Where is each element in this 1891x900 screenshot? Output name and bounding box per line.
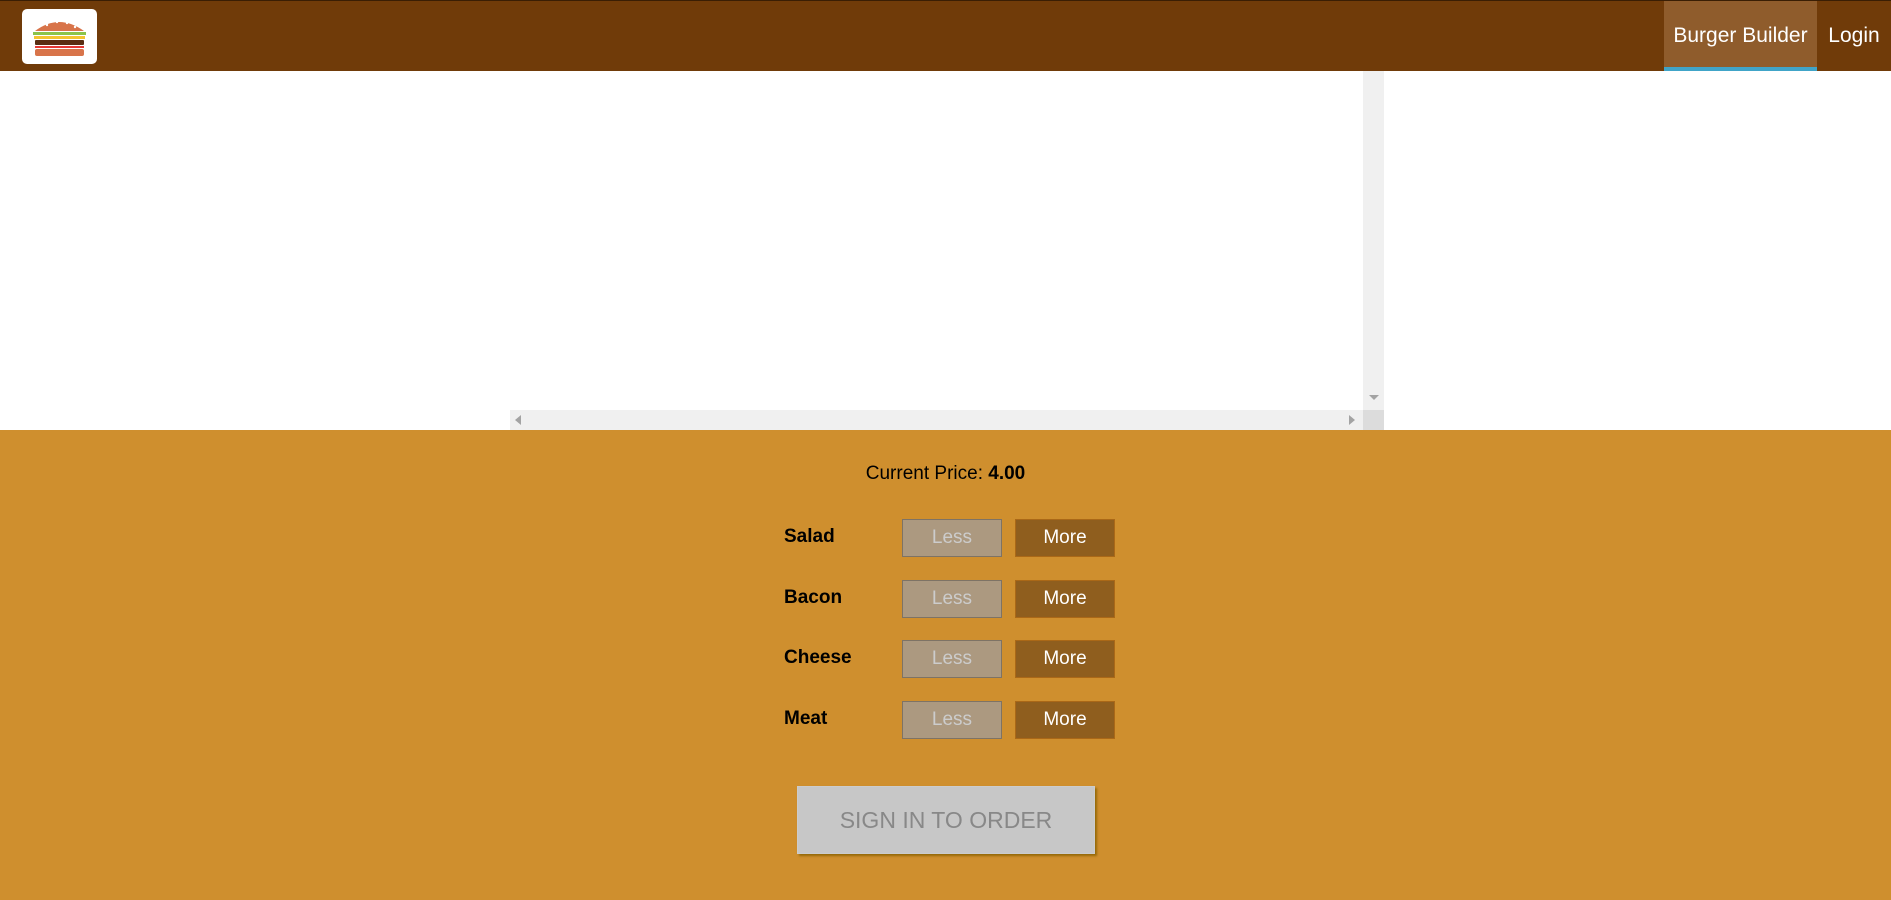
burger-preview-area: [0, 71, 1891, 430]
logo[interactable]: [22, 9, 97, 64]
ingredient-label: Meat: [784, 708, 828, 729]
scroll-right-arrow-icon[interactable]: [1349, 415, 1355, 425]
scrollbar-corner: [1363, 410, 1384, 430]
less-meat-button[interactable]: Less: [902, 701, 1002, 739]
main-nav: Burger Builder Login: [1664, 1, 1891, 71]
less-cheese-button[interactable]: Less: [902, 640, 1002, 678]
build-control-bacon: Bacon Less More: [784, 578, 1115, 618]
less-salad-button[interactable]: Less: [902, 519, 1002, 557]
scroll-down-arrow-icon[interactable]: [1369, 395, 1379, 400]
burger-logo-icon: [33, 20, 86, 56]
ingredient-label: Cheese: [784, 647, 852, 668]
ingredient-label: Salad: [784, 526, 835, 547]
vertical-scrollbar[interactable]: [1363, 71, 1384, 410]
toolbar: Burger Builder Login: [0, 0, 1891, 71]
build-control-meat: Meat Less More: [784, 699, 1115, 739]
build-controls: Current Price: 4.00 Salad Less More Baco…: [0, 430, 1891, 900]
build-control-cheese: Cheese Less More: [784, 638, 1115, 678]
sign-in-to-order-button[interactable]: SIGN IN TO ORDER: [797, 786, 1095, 854]
ingredient-label: Bacon: [784, 587, 843, 608]
more-meat-button[interactable]: More: [1015, 701, 1115, 739]
price-value: 4.00: [988, 463, 1026, 484]
build-control-salad: Salad Less More: [784, 517, 1115, 557]
nav-login[interactable]: Login: [1817, 1, 1891, 71]
more-bacon-button[interactable]: More: [1015, 580, 1115, 618]
more-cheese-button[interactable]: More: [1015, 640, 1115, 678]
price-label: Current Price:: [865, 463, 983, 484]
scroll-left-arrow-icon[interactable]: [515, 415, 521, 425]
nav-burger-builder[interactable]: Burger Builder: [1664, 1, 1817, 71]
current-price: Current Price: 4.00: [0, 463, 1891, 485]
less-bacon-button[interactable]: Less: [902, 580, 1002, 618]
horizontal-scrollbar[interactable]: [510, 410, 1363, 430]
more-salad-button[interactable]: More: [1015, 519, 1115, 557]
